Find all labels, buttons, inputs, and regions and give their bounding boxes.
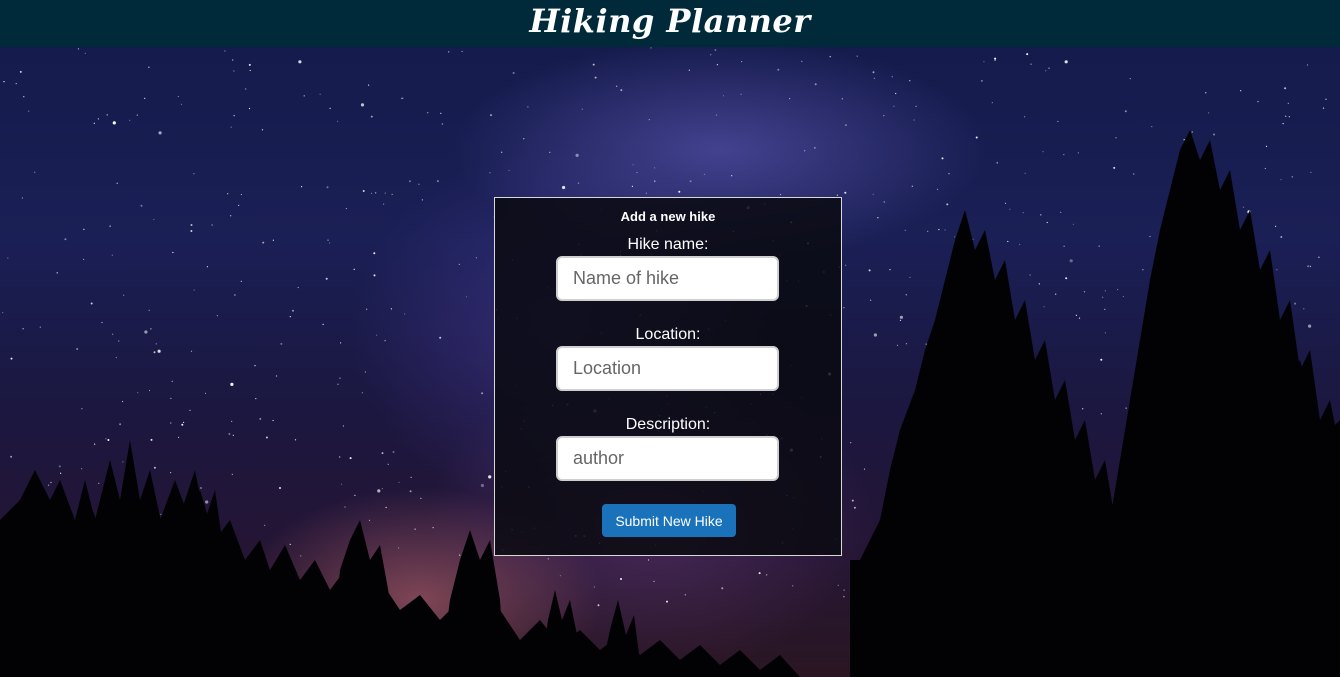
app-title: Hiking Planner [529,1,811,40]
description-label: Description: [625,416,711,433]
hike-name-input[interactable] [556,256,779,301]
submit-new-hike-button[interactable]: Submit New Hike [602,504,736,537]
app-header: Hiking Planner [0,0,1340,47]
location-label: Location: [635,326,701,343]
description-input[interactable] [556,436,779,481]
form-heading: Add a new hike [620,209,716,224]
hike-name-label: Hike name: [627,236,709,253]
add-hike-form: Add a new hike Hike name: Location: Desc… [494,197,842,556]
location-input[interactable] [556,346,779,391]
